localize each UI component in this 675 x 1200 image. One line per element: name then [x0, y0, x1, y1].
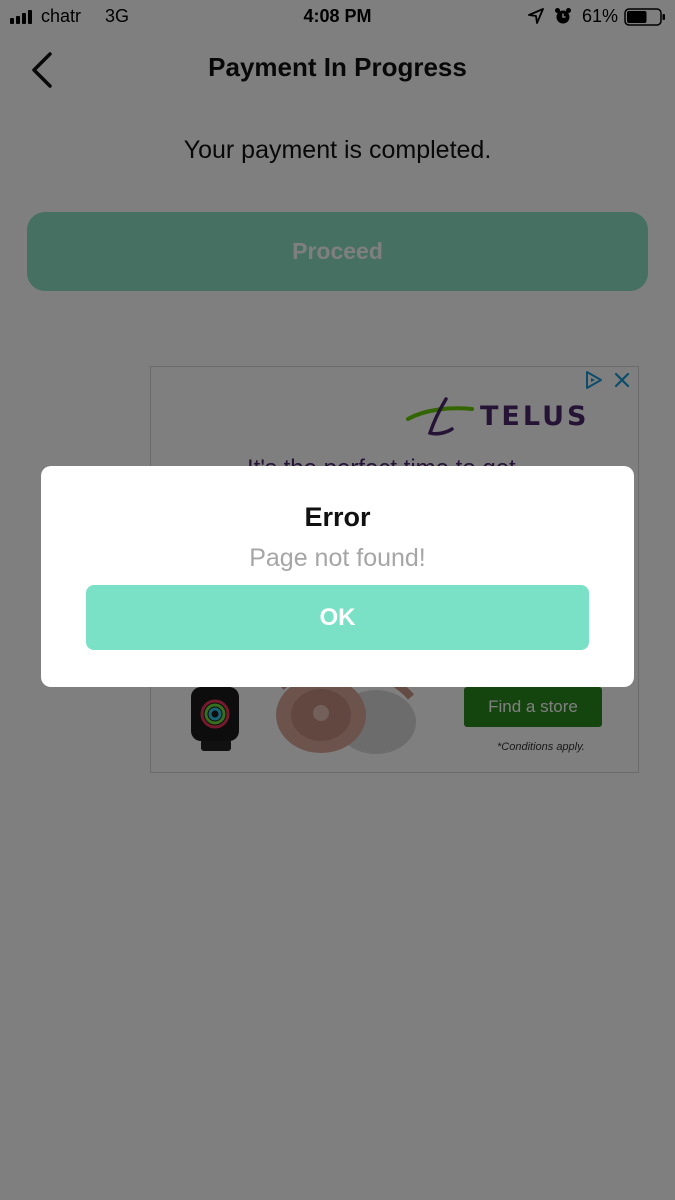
dialog-title: Error: [304, 502, 371, 532]
error-dialog: Error Page not found! OK: [41, 466, 634, 687]
dialog-message: Page not found!: [249, 544, 426, 572]
ok-button[interactable]: OK: [86, 585, 589, 650]
